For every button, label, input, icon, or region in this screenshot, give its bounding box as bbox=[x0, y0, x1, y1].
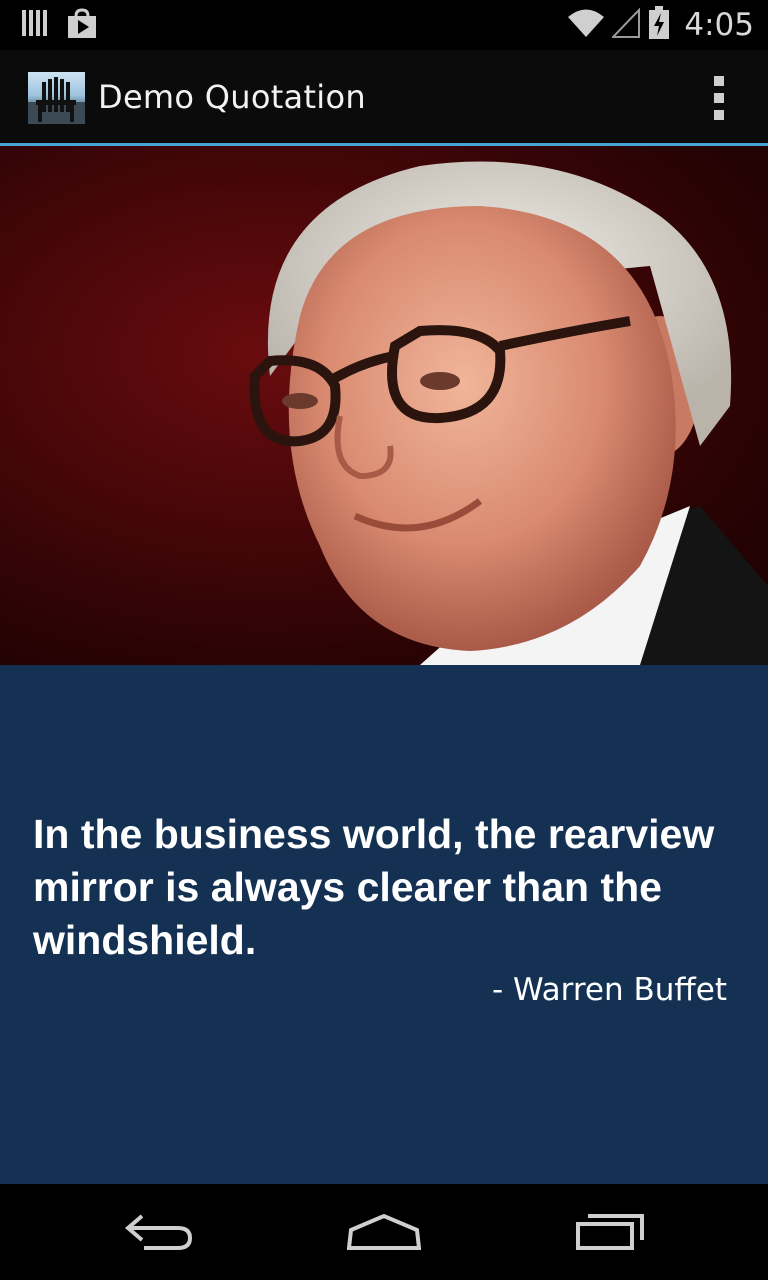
recent-apps-icon[interactable] bbox=[574, 1212, 646, 1256]
action-bar: Demo Quotation bbox=[0, 50, 768, 146]
quote-text: In the business world, the rearview mirr… bbox=[33, 811, 715, 963]
overflow-menu-icon[interactable] bbox=[712, 76, 726, 120]
home-icon[interactable] bbox=[346, 1212, 422, 1256]
barcode-icon bbox=[22, 8, 48, 44]
play-store-icon bbox=[66, 8, 98, 44]
status-bar: 4:05 bbox=[0, 0, 768, 50]
battery-icon bbox=[648, 6, 670, 44]
adirondack-chair-icon[interactable] bbox=[28, 72, 85, 124]
clock: 4:05 bbox=[684, 7, 754, 43]
app-title: Demo Quotation bbox=[98, 78, 366, 116]
quote-author: - Warren Buffet bbox=[491, 972, 727, 1008]
portrait-photo bbox=[0, 146, 768, 665]
navigation-bar bbox=[0, 1184, 768, 1280]
wifi-icon bbox=[568, 8, 605, 42]
signal-icon bbox=[611, 7, 641, 42]
back-icon[interactable] bbox=[124, 1212, 194, 1256]
